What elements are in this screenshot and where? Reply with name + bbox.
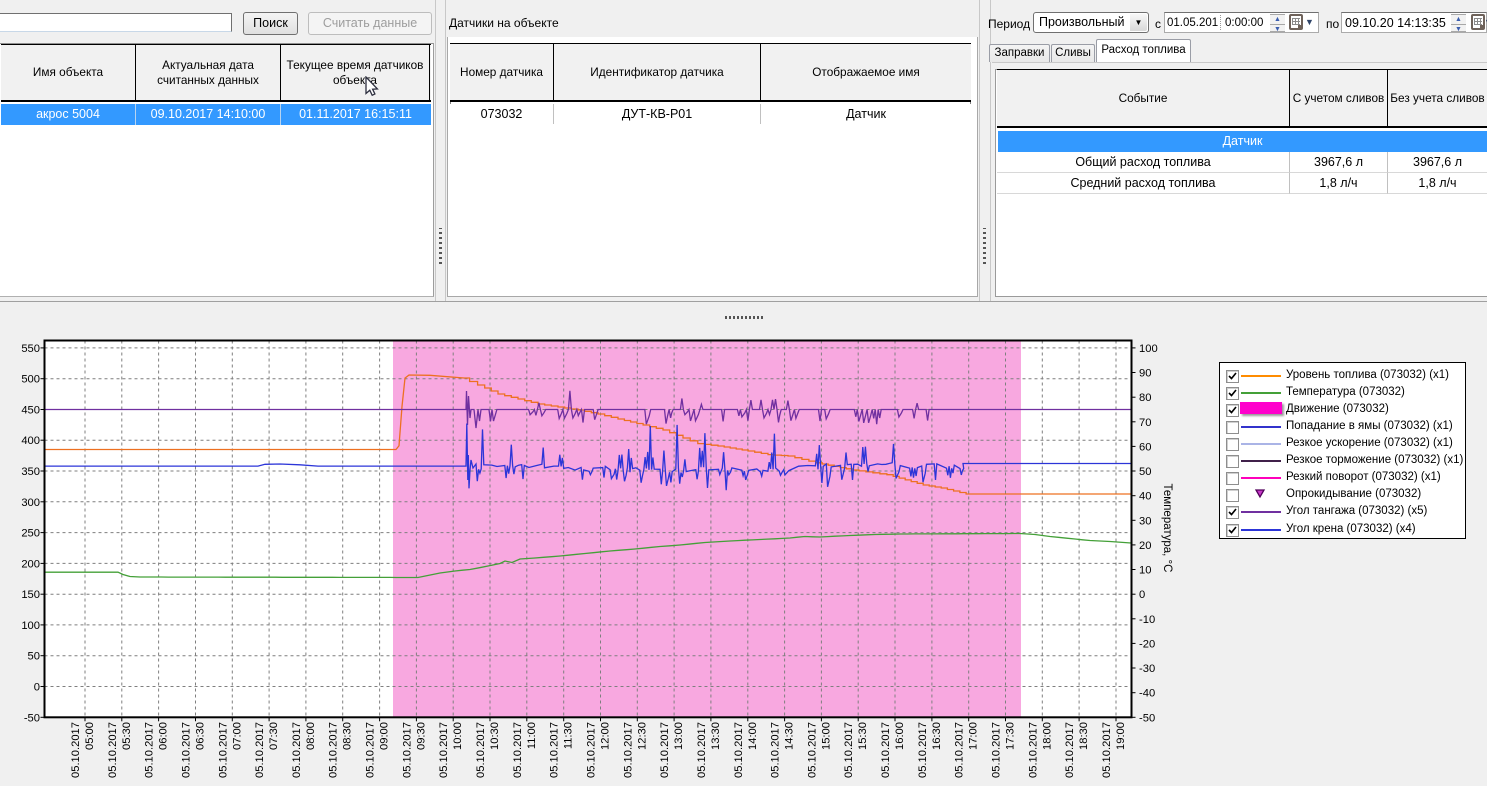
svg-text:05.10.2017: 05.10.2017	[1101, 722, 1113, 778]
svg-text:18:00: 18:00	[1041, 722, 1053, 750]
svg-text:300: 300	[21, 497, 40, 509]
svg-text:05.10.2017: 05.10.2017	[1027, 722, 1039, 778]
svg-text:17:30: 17:30	[1005, 722, 1017, 750]
svg-text:18:30: 18:30	[1078, 722, 1090, 750]
svg-text:11:30: 11:30	[563, 722, 575, 749]
svg-text:550: 550	[21, 343, 40, 355]
svg-text:05.10.2017: 05.10.2017	[291, 722, 303, 778]
svg-text:100: 100	[1139, 343, 1158, 355]
svg-text:05.10.2017: 05.10.2017	[107, 722, 119, 778]
svg-text:90: 90	[1139, 368, 1151, 380]
svg-text:400: 400	[21, 435, 40, 447]
svg-text:05:00: 05:00	[84, 722, 96, 750]
svg-text:05.10.2017: 05.10.2017	[622, 722, 634, 778]
svg-text:80: 80	[1139, 392, 1151, 404]
svg-text:05.10.2017: 05.10.2017	[586, 722, 598, 778]
svg-text:40: 40	[1139, 491, 1151, 503]
svg-text:50: 50	[28, 651, 40, 663]
svg-text:05.10.2017: 05.10.2017	[549, 722, 561, 778]
svg-text:15:00: 15:00	[820, 722, 832, 750]
svg-text:10: 10	[1139, 565, 1151, 577]
svg-text:60: 60	[1139, 441, 1151, 453]
svg-text:05.10.2017: 05.10.2017	[917, 722, 929, 778]
svg-text:05.10.2017: 05.10.2017	[328, 722, 340, 778]
svg-text:05.10.2017: 05.10.2017	[1064, 722, 1076, 778]
svg-text:06:00: 06:00	[158, 722, 170, 750]
svg-text:05.10.2017: 05.10.2017	[475, 722, 487, 778]
svg-text:13:30: 13:30	[710, 722, 722, 750]
svg-text:16:30: 16:30	[931, 722, 943, 750]
svg-text:250: 250	[21, 528, 40, 540]
svg-text:0: 0	[1139, 589, 1145, 601]
svg-text:05.10.2017: 05.10.2017	[401, 722, 413, 778]
svg-text:05:30: 05:30	[121, 722, 133, 750]
svg-text:-30: -30	[1139, 663, 1155, 675]
svg-text:08:30: 08:30	[342, 722, 354, 750]
svg-text:200: 200	[21, 558, 40, 570]
svg-text:20: 20	[1139, 540, 1151, 552]
svg-text:05.10.2017: 05.10.2017	[365, 722, 377, 778]
svg-text:05.10.2017: 05.10.2017	[438, 722, 450, 778]
svg-text:07:00: 07:00	[231, 722, 243, 750]
svg-text:09:30: 09:30	[415, 722, 427, 750]
svg-text:05.10.2017: 05.10.2017	[806, 722, 818, 778]
svg-text:0: 0	[34, 682, 40, 694]
svg-text:05.10.2017: 05.10.2017	[181, 722, 193, 778]
svg-text:70: 70	[1139, 417, 1151, 429]
svg-text:05.10.2017: 05.10.2017	[954, 722, 966, 778]
svg-text:100: 100	[21, 620, 40, 632]
svg-text:05.10.2017: 05.10.2017	[733, 722, 745, 778]
svg-text:-10: -10	[1139, 614, 1155, 626]
svg-text:-40: -40	[1139, 688, 1155, 700]
svg-text:19:00: 19:00	[1115, 722, 1127, 750]
svg-text:15:30: 15:30	[857, 722, 869, 750]
svg-text:05.10.2017: 05.10.2017	[70, 722, 82, 778]
svg-text:05.10.2017: 05.10.2017	[991, 722, 1003, 778]
svg-text:13:00: 13:00	[673, 722, 685, 750]
svg-text:09:00: 09:00	[379, 722, 391, 750]
svg-text:05.10.2017: 05.10.2017	[254, 722, 266, 778]
svg-text:06:30: 06:30	[195, 722, 207, 750]
svg-text:12:00: 12:00	[600, 722, 612, 750]
svg-text:05.10.2017: 05.10.2017	[144, 722, 156, 778]
svg-text:14:00: 14:00	[747, 722, 759, 750]
svg-text:Температура, °C: Температура, °C	[1161, 484, 1173, 573]
svg-text:17:00: 17:00	[968, 722, 980, 750]
svg-text:08:00: 08:00	[305, 722, 317, 750]
svg-text:05.10.2017: 05.10.2017	[696, 722, 708, 778]
svg-text:11:00: 11:00	[526, 722, 538, 749]
svg-text:10:30: 10:30	[489, 722, 501, 750]
svg-text:05.10.2017: 05.10.2017	[659, 722, 671, 778]
svg-text:07:30: 07:30	[268, 722, 280, 750]
svg-text:05.10.2017: 05.10.2017	[512, 722, 524, 778]
svg-text:30: 30	[1139, 515, 1151, 527]
svg-text:12:30: 12:30	[636, 722, 648, 750]
svg-text:05.10.2017: 05.10.2017	[770, 722, 782, 778]
svg-text:-50: -50	[1139, 712, 1155, 724]
svg-text:350: 350	[21, 466, 40, 478]
svg-text:500: 500	[21, 374, 40, 386]
svg-text:05.10.2017: 05.10.2017	[217, 722, 229, 778]
svg-text:150: 150	[21, 589, 40, 601]
svg-text:50: 50	[1139, 466, 1151, 478]
svg-text:05.10.2017: 05.10.2017	[880, 722, 892, 778]
svg-text:-20: -20	[1139, 638, 1155, 650]
svg-text:10:00: 10:00	[452, 722, 464, 750]
svg-text:16:00: 16:00	[894, 722, 906, 750]
svg-text:450: 450	[21, 405, 40, 417]
svg-text:05.10.2017: 05.10.2017	[843, 722, 855, 778]
svg-text:14:30: 14:30	[784, 722, 796, 750]
svg-text:-50: -50	[24, 712, 40, 724]
